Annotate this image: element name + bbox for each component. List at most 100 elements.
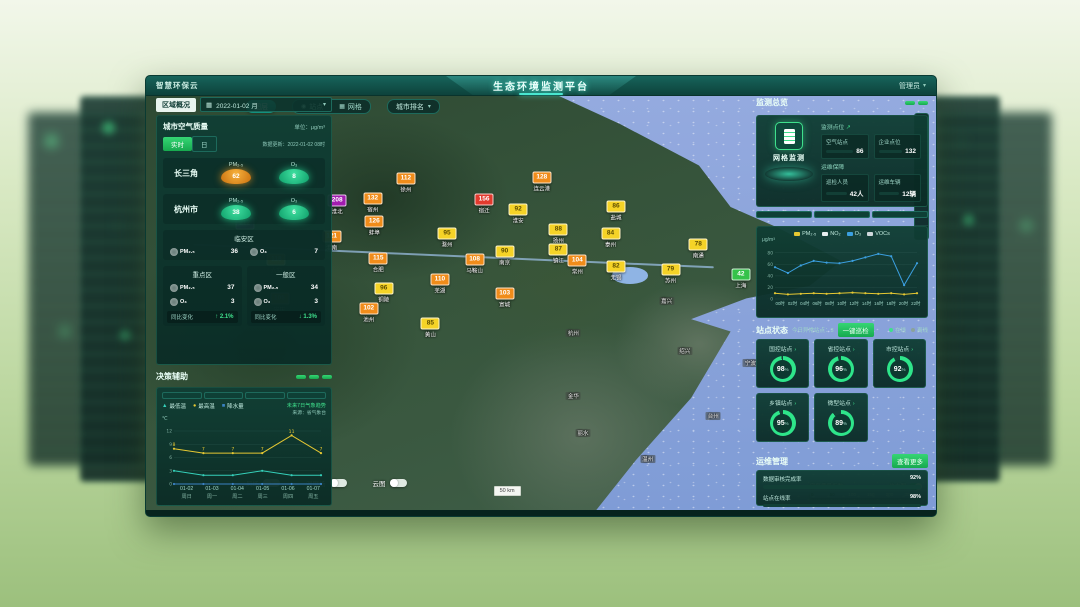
pollutant-icon xyxy=(250,248,258,256)
map-marker[interactable]: 103宣城 xyxy=(495,287,514,308)
user-menu[interactable]: 管理员 ▾ xyxy=(899,76,926,95)
svg-text:6: 6 xyxy=(169,455,172,461)
map-marker[interactable]: 110芜湖 xyxy=(430,273,449,294)
mode-realtime-button[interactable]: 实时 xyxy=(163,137,192,151)
zone-delta: 同比变化↑ 2.1% xyxy=(167,311,238,323)
map-marker[interactable]: 丽水 xyxy=(575,429,590,437)
forecast-tab[interactable] xyxy=(287,392,327,399)
toggle-label: 云图 xyxy=(373,478,386,488)
gauge-pots: PM₂.₅ 62 O₃ 8 xyxy=(207,162,323,184)
svg-text:7: 7 xyxy=(231,447,234,453)
pollutant-bar: O₃ 7 xyxy=(247,246,321,257)
toggle-switch[interactable] xyxy=(390,479,407,487)
map-marker[interactable]: 102池州 xyxy=(359,302,378,323)
map-marker[interactable]: 87镇江 xyxy=(549,243,568,264)
svg-text:40: 40 xyxy=(767,273,773,279)
pollutant-label: PM₂.₅ xyxy=(229,162,243,168)
map-marker[interactable]: 温州 xyxy=(640,455,655,463)
right-tab[interactable] xyxy=(814,211,870,218)
decision-button[interactable] xyxy=(322,375,332,379)
view-more-button[interactable]: 查看更多 xyxy=(892,454,928,468)
map-marker[interactable]: 95滁州 xyxy=(437,228,456,249)
station-gauge[interactable]: 市控站点 92% xyxy=(873,339,926,388)
x-tick: 16时 xyxy=(873,301,885,308)
map-marker[interactable]: 84泰州 xyxy=(601,228,620,249)
decision-button[interactable] xyxy=(296,375,306,379)
svg-text:20: 20 xyxy=(767,285,773,291)
station-gauge[interactable]: 微型站点 89% xyxy=(814,393,867,442)
map-marker[interactable]: 78南通 xyxy=(689,238,708,259)
trend-chart-card: PM₂.₅NO₂O₃VOCs μg/m³ 020406080 00时02时04时… xyxy=(756,226,928,318)
map-marker[interactable]: 82无锡 xyxy=(607,260,626,281)
status-legend: 在线 离线 xyxy=(889,326,928,334)
station-gauge[interactable]: 国控站点 98% xyxy=(756,339,809,388)
map-marker[interactable]: 台州 xyxy=(706,412,721,420)
pollutant-bar: O₃ 3 xyxy=(251,296,322,307)
header-action-button[interactable] xyxy=(905,101,915,105)
map-marker[interactable]: 嘉兴 xyxy=(659,297,674,305)
map-mode-option[interactable]: ▦ 网格 xyxy=(331,100,370,113)
right-tab[interactable] xyxy=(756,211,812,218)
zone-bars: PM₂.₅ 37 O₃ 3 xyxy=(167,282,238,307)
map-marker[interactable]: 90南京 xyxy=(495,246,514,267)
map-marker[interactable]: 42上海 xyxy=(731,268,750,289)
map-marker[interactable]: 绍兴 xyxy=(677,347,692,355)
date-picker[interactable]: ▦ 2022-01-02 月 ▾ xyxy=(200,97,332,112)
map-marker[interactable]: 96铜陵 xyxy=(374,282,393,303)
pollutant-label: O₃ xyxy=(291,162,298,168)
map-marker[interactable]: 126蚌埠 xyxy=(365,216,384,237)
map-marker[interactable]: 92淮安 xyxy=(509,204,528,225)
map-marker[interactable]: 88扬州 xyxy=(549,224,568,245)
left-panel: 区域概况 ▦ 2022-01-02 月 ▾ 城市空气质量 单位：μg/m³ 实时… xyxy=(156,95,332,510)
map-marker[interactable]: 85黄山 xyxy=(421,317,440,338)
map-marker[interactable]: 104常州 xyxy=(568,255,587,276)
window-content: 112徐州128连云港156宿迁163亳州208淮北132宿州92淮安86盐城2… xyxy=(146,95,936,510)
air-card-title: 城市空气质量 xyxy=(163,121,208,132)
map-marker[interactable]: 杭州 xyxy=(566,329,581,337)
map-marker[interactable]: 112徐州 xyxy=(396,172,415,193)
station-gauge[interactable]: 省控站点 96% xyxy=(814,339,867,388)
forecast-tab[interactable] xyxy=(245,392,285,399)
abnormal-count: 今日异常站点：3 xyxy=(792,326,834,334)
mode-daily-button[interactable]: 日 xyxy=(192,136,217,152)
header-action-button[interactable] xyxy=(918,101,928,105)
gauge-ring: 98% xyxy=(770,356,796,382)
right-tabs xyxy=(756,211,928,218)
city-ranking-dropdown[interactable]: 城市排名 ▾ xyxy=(387,99,440,114)
x-tick: 01-03周一 xyxy=(199,486,224,502)
right-tab[interactable] xyxy=(872,211,928,218)
map-marker[interactable]: 156宿迁 xyxy=(475,194,494,215)
zone-card: 重点区 PM₂.₅ 37 O xyxy=(163,266,242,326)
x-tick: 22时 xyxy=(910,301,922,308)
air-quality-card: 城市空气质量 单位：μg/m³ 实时 日 数据更新：2022-01-02 08时… xyxy=(156,115,332,365)
map-marker[interactable]: 108马鞍山 xyxy=(465,253,484,274)
air-card-unit: 单位：μg/m³ xyxy=(294,123,325,131)
station-gauge[interactable]: 乡镇站点 95% xyxy=(756,393,809,442)
decision-button[interactable] xyxy=(309,375,319,379)
x-tick: 01-05周三 xyxy=(250,486,275,502)
toggle-switch[interactable] xyxy=(330,479,347,487)
map-marker[interactable]: 86盐城 xyxy=(607,201,626,222)
page-background: 智慧环保云 生态环境监测平台 管理员 ▾ 112徐州128连云港156宿迁163… xyxy=(0,0,1080,607)
map-marker[interactable]: 132宿州 xyxy=(363,192,382,213)
forecast-tab[interactable] xyxy=(204,392,244,399)
svg-text:8: 8 xyxy=(173,442,176,448)
x-axis-labels: 01-02周日01-03周一01-04周二01-05周三01-06周四01-07… xyxy=(174,486,326,502)
map-marker[interactable]: 金华 xyxy=(566,392,581,400)
stat-box: 空气站点 86 xyxy=(821,134,869,159)
map-marker[interactable]: 79苏州 xyxy=(661,263,680,284)
map-marker[interactable]: 128连云港 xyxy=(532,172,551,193)
pollutant-value: 6 xyxy=(279,205,309,220)
district-name: 临安区 xyxy=(167,233,321,243)
overview-icon-label: 网格监测 xyxy=(773,153,805,163)
station-status-title: 站点状态 xyxy=(756,325,788,336)
ops-progress-row: 数据审核完成率92% xyxy=(763,475,921,489)
pollutant-value: 62 xyxy=(221,169,251,184)
update-time: 数据更新：2022-01-02 08时 xyxy=(262,141,325,148)
forecast-tab[interactable] xyxy=(162,392,202,399)
map-marker[interactable]: 115合肥 xyxy=(369,253,388,274)
x-tick: 02时 xyxy=(786,301,798,308)
x-tick: 20时 xyxy=(897,301,909,308)
layer-toggle[interactable]: 云图 xyxy=(373,478,407,488)
inspect-button[interactable]: 一键巡检 xyxy=(838,323,874,337)
